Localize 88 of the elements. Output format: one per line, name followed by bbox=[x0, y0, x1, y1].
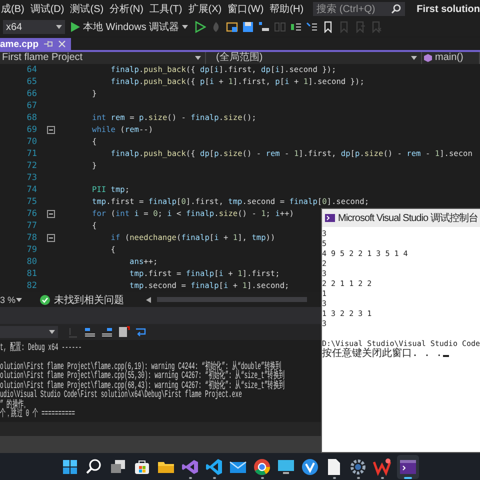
output-line: udio\Visual Studio Code\First solution\x64\Debug\First flame Project.exe bbox=[0, 391, 242, 400]
search-field[interactable]: 搜索 (Ctrl+Q) bbox=[312, 2, 405, 16]
floppy-icon[interactable] bbox=[242, 21, 254, 33]
collapse-icon[interactable] bbox=[47, 210, 55, 218]
console-window-icon bbox=[399, 458, 417, 476]
line-number: 75 bbox=[26, 197, 37, 207]
code-ribbon-icon bbox=[205, 458, 223, 476]
line-number: 80 bbox=[26, 257, 37, 267]
project-dropdown[interactable]: First flame Project bbox=[0, 52, 206, 64]
solution-name: First solution bbox=[416, 4, 480, 14]
menu-item[interactable]: 调试(D) bbox=[29, 2, 66, 16]
line-number: 77 bbox=[26, 221, 37, 231]
align-right-icon[interactable] bbox=[101, 326, 113, 338]
output-line: olution\First flame Project\flame.cpp(68,43): warning C4267: “初始化”: 从“size_t”转换到 bbox=[0, 382, 285, 391]
caret-icon bbox=[49, 330, 55, 334]
menu-item[interactable]: 窗口(W) bbox=[226, 2, 265, 16]
monitor-icon bbox=[277, 458, 295, 476]
menu-item[interactable]: 成(B) bbox=[0, 2, 26, 16]
uncomment-lines-icon[interactable] bbox=[306, 21, 318, 33]
comment-lines-icon[interactable] bbox=[290, 21, 302, 33]
text-cursor bbox=[443, 355, 450, 357]
indent-icon[interactable] bbox=[258, 21, 270, 33]
line-number: 73 bbox=[26, 173, 37, 183]
issues-status[interactable]: 未找到相关问题 bbox=[54, 292, 124, 306]
document-icon bbox=[325, 458, 343, 476]
line-number: 66 bbox=[26, 89, 37, 99]
pin-icon[interactable] bbox=[44, 40, 53, 48]
member-dropdown[interactable]: main() bbox=[422, 52, 480, 64]
menu-item[interactable]: 分析(N) bbox=[108, 2, 144, 16]
menu-item[interactable]: 扩展(X) bbox=[187, 2, 223, 16]
scroll-left-icon[interactable] bbox=[146, 296, 151, 302]
close-icon[interactable] bbox=[58, 40, 66, 48]
menu-item[interactable]: 工具(T) bbox=[148, 2, 184, 16]
output-line: 个，跳过 0 个 ========== bbox=[0, 410, 76, 420]
v-circle-icon bbox=[301, 458, 319, 476]
line-number: 65 bbox=[26, 77, 37, 87]
search-icon bbox=[85, 458, 103, 476]
debug-button[interactable]: 本地 Windows 调试器 bbox=[69, 20, 190, 34]
shopping-bag-icon bbox=[133, 458, 151, 476]
line-number: 68 bbox=[26, 113, 37, 123]
line-number: 74 bbox=[26, 185, 37, 195]
caret-icon bbox=[16, 298, 22, 302]
console-app-icon bbox=[325, 214, 335, 222]
zoom-dropdown[interactable]: 3 % bbox=[0, 294, 24, 304]
line-number: 70 bbox=[26, 137, 37, 147]
caret-icon bbox=[182, 25, 188, 29]
output-line: ” 的操作。 bbox=[0, 400, 30, 410]
search-icon bbox=[390, 4, 401, 14]
line-number: 78 bbox=[26, 233, 37, 243]
menu-item[interactable]: 帮助(H) bbox=[268, 2, 305, 16]
w-logo-icon bbox=[373, 458, 391, 476]
line-number: 71 bbox=[26, 149, 37, 159]
taskbar-button[interactable] bbox=[397, 454, 419, 478]
caret-icon bbox=[195, 56, 201, 60]
output-line: t, 配置: Debug x64 ------ bbox=[0, 344, 82, 354]
play-icon bbox=[71, 22, 80, 32]
clear-list-icon[interactable] bbox=[118, 326, 130, 338]
play-outline-icon[interactable] bbox=[194, 21, 206, 33]
window-title: Microsoft Visual Studio 调试控制台 bbox=[338, 212, 478, 225]
word-wrap-icon[interactable] bbox=[135, 326, 147, 338]
line-number: 67 bbox=[26, 101, 37, 111]
console-line: 按任意键关闭此窗口. . . bbox=[322, 349, 442, 359]
start-icon bbox=[61, 458, 79, 476]
color-wheel-icon bbox=[253, 458, 271, 476]
align-left-icon[interactable] bbox=[84, 326, 96, 338]
line-number: 82 bbox=[26, 281, 37, 291]
line-number: 72 bbox=[26, 161, 37, 171]
caret-icon bbox=[411, 56, 417, 60]
ribbon-logo-icon bbox=[181, 458, 199, 476]
horizontal-scrollbar[interactable] bbox=[157, 297, 307, 302]
platform-dropdown[interactable]: x64 bbox=[3, 20, 65, 34]
collapse-icon[interactable] bbox=[47, 234, 55, 242]
overlapping-squares-icon bbox=[109, 458, 127, 476]
scope-dropdown[interactable]: (全局范围) bbox=[206, 52, 422, 64]
file-tab[interactable]: ame.cpp bbox=[0, 38, 71, 50]
window-icon[interactable] bbox=[226, 21, 238, 33]
line-number: 76 bbox=[26, 209, 37, 219]
bookmark-icon[interactable] bbox=[322, 21, 334, 33]
caret-icon bbox=[56, 25, 62, 29]
check-circle-icon bbox=[40, 294, 50, 304]
line-number: 81 bbox=[26, 269, 37, 279]
line-number: 69 bbox=[26, 125, 37, 135]
menu-item[interactable]: 测试(S) bbox=[69, 2, 105, 16]
collapse-icon[interactable] bbox=[47, 126, 55, 134]
line-number: 64 bbox=[26, 65, 37, 75]
gear-icon bbox=[349, 458, 367, 476]
line-number: 79 bbox=[26, 245, 37, 255]
cube-icon bbox=[424, 54, 432, 62]
